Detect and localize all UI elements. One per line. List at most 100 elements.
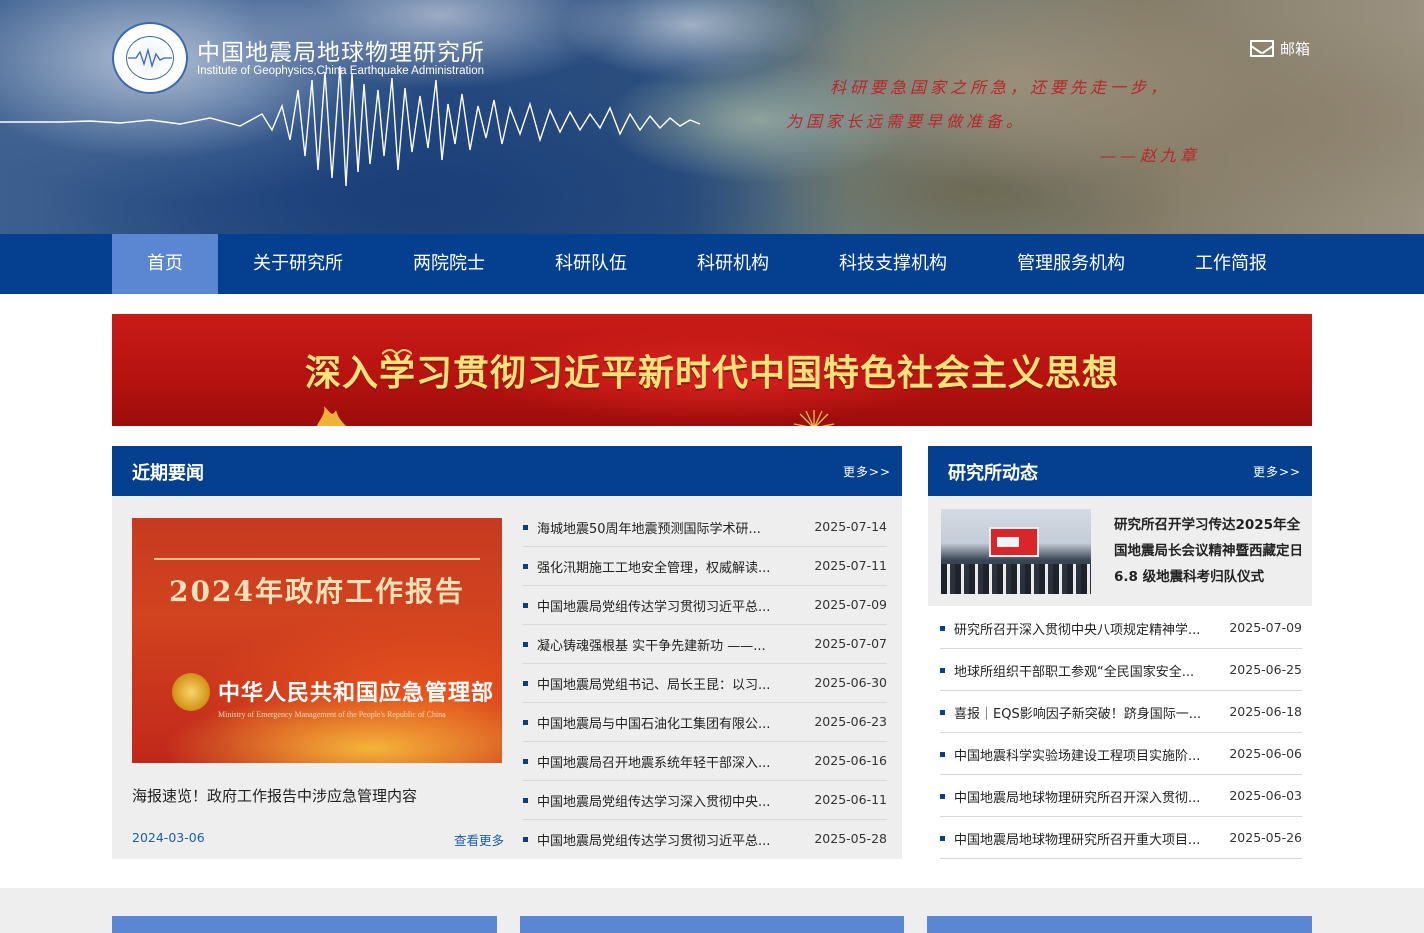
list-item-title[interactable]: 中国地震局地球物理研究所召开深入贯彻... <box>954 787 1200 806</box>
mail-icon <box>1250 40 1274 57</box>
list-item-date: 2025-07-07 <box>814 636 887 651</box>
list-item[interactable]: 喜报｜EQS影响因子新突破！跻身国际一... 2025-06-18 <box>940 691 1302 733</box>
featured-news-date: 2024-03-06 <box>132 830 205 845</box>
bullet-icon <box>523 525 528 530</box>
recent-news-more-link[interactable]: 更多>> <box>843 463 891 480</box>
bottom-panel-header-1 <box>112 916 497 933</box>
list-item[interactable]: 研究所召开深入贯彻中央八项规定精神学... 2025-07-09 <box>940 607 1302 649</box>
main-nav: 首页 关于研究所 两院院士 科研队伍 科研机构 科技支撑机构 管理服务机构 工作… <box>0 234 1424 294</box>
list-item-title[interactable]: 中国地震局地球物理研究所召开重大项目... <box>954 829 1200 848</box>
seismograph-wave <box>0 65 701 187</box>
list-item-date: 2025-07-09 <box>1229 620 1302 635</box>
list-item-title[interactable]: 喜报｜EQS影响因子新突破！跻身国际一... <box>954 703 1201 722</box>
list-item[interactable]: 海城地震50周年地震预测国际学术研... 2025-07-14 <box>523 508 887 547</box>
list-item[interactable]: 中国地震局党组传达学习深入贯彻中央... 2025-06-11 <box>523 781 887 820</box>
image-rule <box>154 558 480 560</box>
bullet-icon <box>523 837 528 842</box>
recent-news-header: 近期要闻 更多>> <box>112 446 902 496</box>
list-item-date: 2025-07-14 <box>814 519 887 534</box>
list-item-title[interactable]: 海城地震50周年地震预测国际学术研... <box>537 518 761 537</box>
bullet-icon <box>523 642 528 647</box>
list-item[interactable]: 中国地震局党组传达学习贯彻习近平总... 2025-05-28 <box>523 820 887 859</box>
list-item[interactable]: 中国地震局地球物理研究所召开重大项目... 2025-05-26 <box>940 817 1302 859</box>
nav-item-research-institutions[interactable]: 科研机构 <box>662 234 804 294</box>
logo-wave-icon <box>128 48 172 68</box>
list-item[interactable]: 强化汛期施工工地安全管理，权威解读... 2025-07-11 <box>523 547 887 586</box>
site-title[interactable]: 中国地震局地球物理研究所 <box>197 33 485 67</box>
bullet-icon <box>940 752 945 757</box>
list-item-title[interactable]: 中国地震局党组传达学习贯彻习近平总... <box>537 596 770 615</box>
list-item-title[interactable]: 中国地震局召开地震系统年轻干部深入... <box>537 752 770 771</box>
nav-item-work-briefing[interactable]: 工作简报 <box>1160 234 1302 294</box>
list-item[interactable]: 中国地震局党组书记、局长王昆：以习... 2025-06-30 <box>523 664 887 703</box>
list-item-title[interactable]: 中国地震局党组书记、局长王昆：以习... <box>537 674 770 693</box>
nav-item-support-institutions[interactable]: 科技支撑机构 <box>804 234 982 294</box>
bullet-icon <box>940 794 945 799</box>
list-item-title[interactable]: 中国地震局党组传达学习深入贯彻中央... <box>537 791 770 810</box>
featured-news-image[interactable]: 2024年政府工作报告 中华人民共和国应急管理部 Ministry of Eme… <box>132 518 502 763</box>
national-emblem-icon <box>172 673 210 711</box>
institute-featured-image[interactable] <box>941 509 1091 594</box>
recent-news-title: 近期要闻 <box>132 463 204 484</box>
list-item[interactable]: 中国地震局地球物理研究所召开深入贯彻... 2025-06-03 <box>940 775 1302 817</box>
bullet-icon <box>523 798 528 803</box>
bullet-icon <box>940 668 945 673</box>
list-item[interactable]: 地球所组织干部职工参观“全民国家安全... 2025-06-25 <box>940 649 1302 691</box>
bullet-icon <box>523 564 528 569</box>
site-header: 中国地震局地球物理研究所 Institute of Geophysics,Chi… <box>0 0 1424 234</box>
mail-link[interactable]: 邮箱 <box>1250 38 1310 59</box>
list-item-date: 2025-06-18 <box>1229 704 1302 719</box>
flame-decoration-icon <box>316 406 347 426</box>
list-item-title[interactable]: 中国地震局与中国石油化工集团有限公... <box>537 713 770 732</box>
list-item-title[interactable]: 地球所组织干部职工参观“全民国家安全... <box>954 661 1194 680</box>
bottom-panel-header-3 <box>927 916 1312 933</box>
list-item-date: 2025-07-09 <box>814 597 887 612</box>
image-report-title: 2024年政府工作报告 <box>169 575 465 608</box>
bottom-panel-header-2 <box>520 916 904 933</box>
bullet-icon <box>940 710 945 715</box>
list-item-date: 2025-06-03 <box>1229 788 1302 803</box>
list-item-title[interactable]: 强化汛期施工工地安全管理，权威解读... <box>537 557 770 576</box>
bullet-icon <box>940 836 945 841</box>
list-item[interactable]: 凝心铸魂强根基 实干争先建新功 ——... 2025-07-07 <box>523 625 887 664</box>
institute-news-more-link[interactable]: 更多>> <box>1253 463 1301 480</box>
institute-news-header: 研究所动态 更多>> <box>928 446 1312 496</box>
nav-item-research-team[interactable]: 科研队伍 <box>520 234 662 294</box>
list-item-date: 2025-06-23 <box>814 714 887 729</box>
list-item-title[interactable]: 中国地震科学实验场建设工程项目实施阶... <box>954 745 1200 764</box>
nav-item-academicians[interactable]: 两院院士 <box>378 234 520 294</box>
list-item-date: 2025-06-16 <box>814 753 887 768</box>
list-item-date: 2025-06-06 <box>1229 746 1302 761</box>
image-org-name: 中华人民共和国应急管理部 <box>218 681 495 706</box>
list-item-date: 2025-07-11 <box>814 558 887 573</box>
image-org-name-en: Ministry of Emergency Management of the … <box>218 710 446 719</box>
nav-item-home[interactable]: 首页 <box>112 234 218 294</box>
header-quote-line1: 科研要急国家之所急，还要先走一步， <box>830 78 1171 97</box>
bullet-icon <box>523 681 528 686</box>
header-quote-author: ——赵九章 <box>1100 146 1201 165</box>
sunburst-decoration-icon <box>793 410 835 426</box>
list-item[interactable]: 中国地震局召开地震系统年轻干部深入... 2025-06-16 <box>523 742 887 781</box>
header-quote-line2: 为国家长远需要早做准备。 <box>786 112 1027 131</box>
nav-item-service-institutions[interactable]: 管理服务机构 <box>982 234 1160 294</box>
nav-item-about[interactable]: 关于研究所 <box>218 234 378 294</box>
list-item-date: 2025-05-26 <box>1229 830 1302 845</box>
featured-news-caption[interactable]: 海报速览！政府工作报告中涉应急管理内容 <box>132 785 417 806</box>
list-item[interactable]: 中国地震科学实验场建设工程项目实施阶... 2025-06-06 <box>940 733 1302 775</box>
list-item-title[interactable]: 中国地震局党组传达学习贯彻习近平总... <box>537 830 770 849</box>
mail-label: 邮箱 <box>1280 40 1311 58</box>
list-item[interactable]: 中国地震局党组传达学习贯彻习近平总... 2025-07-09 <box>523 586 887 625</box>
bullet-icon <box>523 603 528 608</box>
bullet-icon <box>523 720 528 725</box>
featured-news-view-more[interactable]: 查看更多 <box>454 830 504 849</box>
meeting-audience <box>941 564 1091 594</box>
list-item-date: 2025-06-11 <box>814 792 887 807</box>
theme-banner[interactable]: 深入学习贯彻习近平新时代中国特色社会主义思想 <box>112 314 1312 426</box>
list-item-date: 2025-06-25 <box>1229 662 1302 677</box>
institute-logo[interactable] <box>112 22 188 94</box>
list-item-date: 2025-05-28 <box>814 831 887 846</box>
list-item[interactable]: 中国地震局与中国石油化工集团有限公... 2025-06-23 <box>523 703 887 742</box>
list-item-title[interactable]: 研究所召开深入贯彻中央八项规定精神学... <box>954 619 1200 638</box>
institute-featured-title[interactable]: 研究所召开学习传达2025年全国地震局长会议精神暨西藏定日6.8 级地震科考归队… <box>1114 512 1304 590</box>
list-item-title[interactable]: 凝心铸魂强根基 实干争先建新功 ——... <box>537 635 766 654</box>
